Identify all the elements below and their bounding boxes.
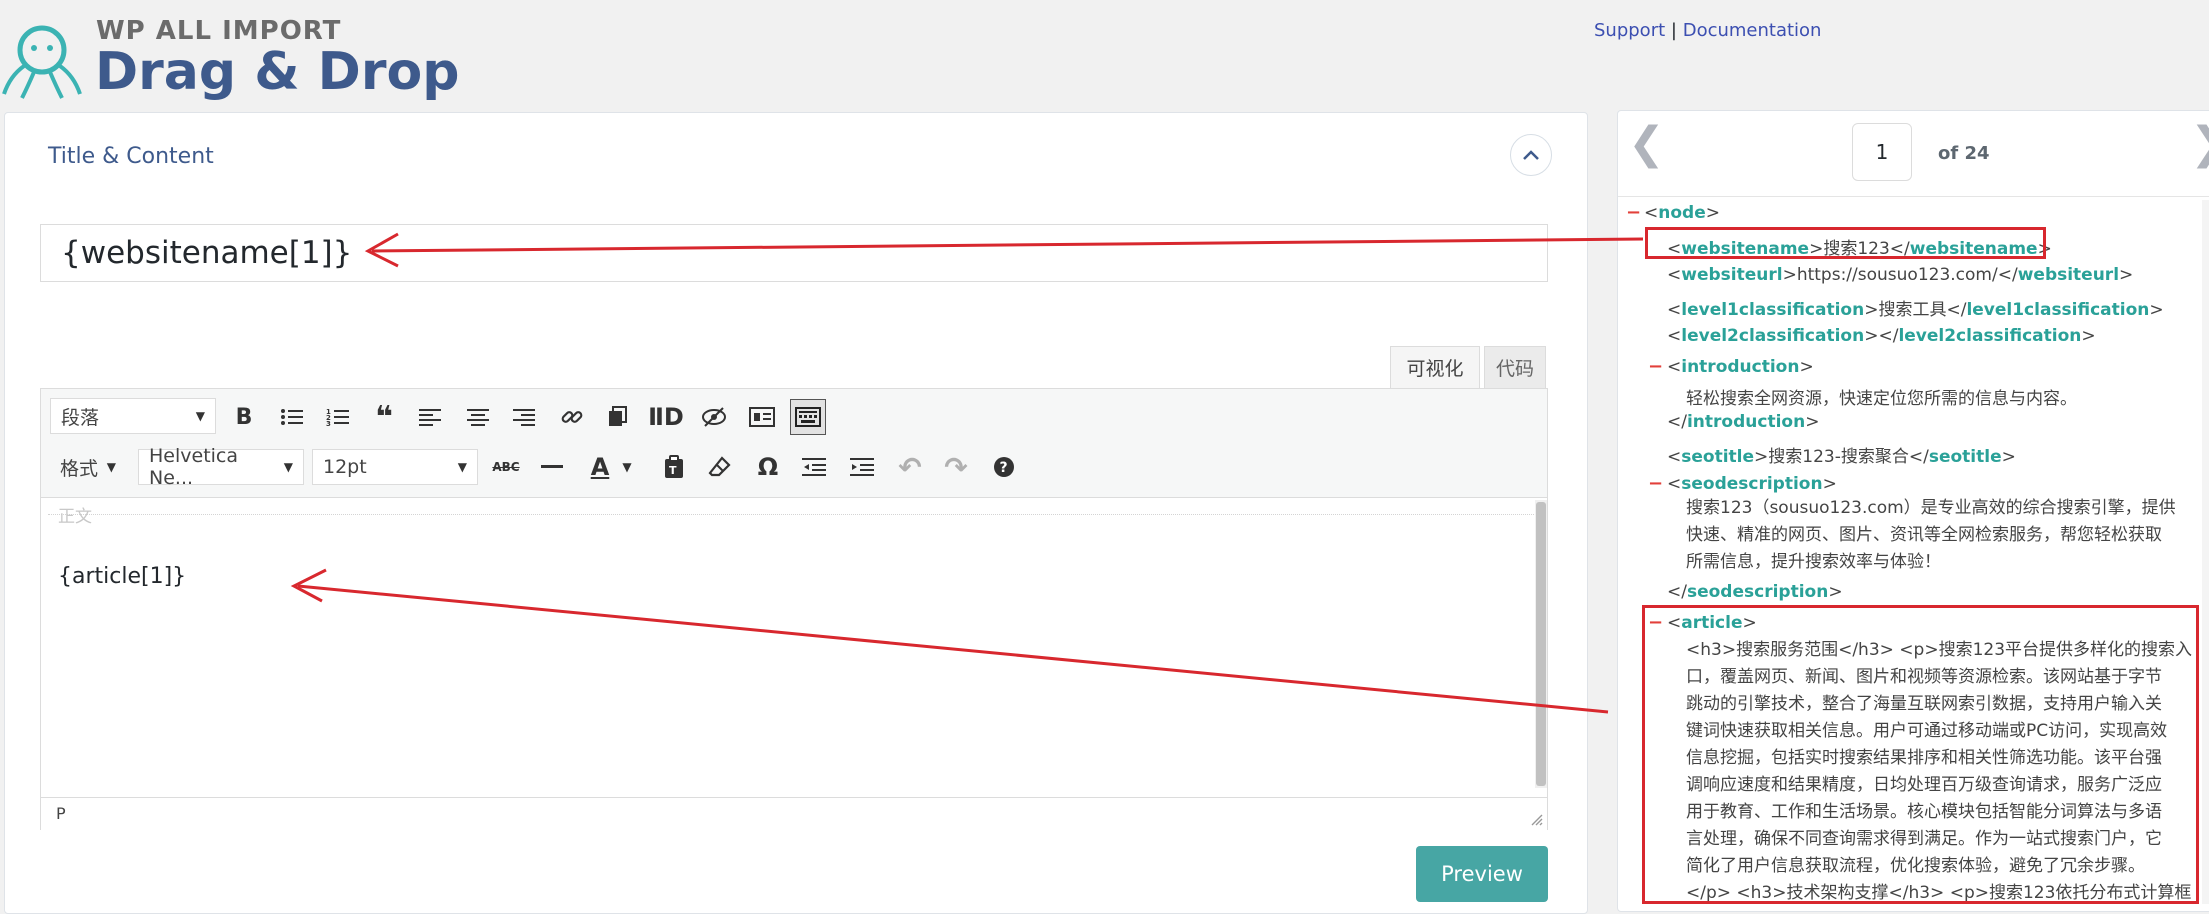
arrow-to-editor-content <box>290 568 1609 714</box>
arrow-to-title-field <box>364 232 1644 268</box>
annotation-arrows <box>290 232 1644 714</box>
